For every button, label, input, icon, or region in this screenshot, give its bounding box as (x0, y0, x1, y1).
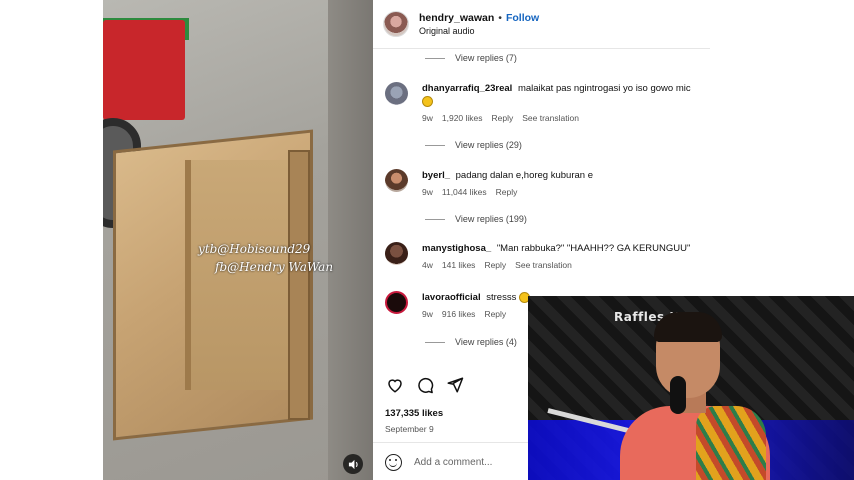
comment-time: 9w (422, 187, 433, 197)
comment-item: byerl_ padang dalan e,horeg kuburan e 9w… (385, 169, 712, 197)
comment-username[interactable]: byerl_ (422, 170, 450, 181)
microphone-icon (670, 376, 686, 414)
comment-likes[interactable]: 1,920 likes (442, 113, 483, 123)
streamer-hair (654, 312, 722, 342)
see-translation-button[interactable]: See translation (515, 260, 572, 270)
view-replies-label: View replies (4) (455, 337, 517, 347)
avatar[interactable] (385, 169, 408, 192)
divider (425, 57, 445, 59)
comment-text: manystighosa_ "Man rabbuka?" "HAAHH?? GA… (422, 242, 712, 255)
comment-item: dhanyarrafiq_23real malaikat pas ngintro… (385, 82, 712, 123)
comment-time: 4w (422, 260, 433, 270)
separator-dot: • (498, 12, 502, 24)
add-comment-input[interactable]: Add a comment... (414, 457, 492, 468)
reply-button[interactable]: Reply (484, 260, 506, 270)
comment-content: stresss (486, 292, 517, 303)
video-red-machine (103, 20, 185, 120)
comment-meta: 4w 141 likes Reply See translation (422, 260, 712, 270)
video-wall (328, 0, 373, 480)
comment-body: byerl_ padang dalan e,horeg kuburan e 9w… (422, 169, 712, 197)
post-header-text: hendry_wawan • Follow Original audio (419, 11, 539, 36)
avatar[interactable] (385, 291, 408, 314)
comment-likes[interactable]: 916 likes (442, 309, 476, 319)
comment-username[interactable]: manystighosa_ (422, 243, 491, 254)
reply-button[interactable]: Reply (496, 187, 518, 197)
comment-username[interactable]: dhanyarrafiq_23real (422, 83, 512, 94)
see-translation-button[interactable]: See translation (522, 113, 579, 123)
comment-content: malaikat pas ngintrogasi yo iso gowo mic (517, 83, 691, 94)
comment-text: byerl_ padang dalan e,horeg kuburan e (422, 169, 712, 182)
comment-body: manystighosa_ "Man rabbuka?" "HAAHH?? GA… (422, 242, 712, 270)
comment-text: dhanyarrafiq_23real malaikat pas ngintro… (422, 82, 712, 108)
video-watermark-facebook: fb@Hendry WaWan (215, 260, 334, 274)
post-header-line: hendry_wawan • Follow (419, 11, 539, 25)
original-audio-link[interactable]: Original audio (419, 26, 539, 36)
webcam-overlay: Raffles Ho (528, 296, 854, 480)
reply-button[interactable]: Reply (484, 309, 506, 319)
avatar[interactable] (385, 242, 408, 265)
video-box-side (185, 160, 295, 390)
post-header: hendry_wawan • Follow Original audio (383, 11, 539, 37)
avatar[interactable] (385, 82, 408, 105)
comment-body: dhanyarrafiq_23real malaikat pas ngintro… (422, 82, 712, 123)
comment-username[interactable]: lavoraofficial (422, 292, 481, 303)
share-icon[interactable] (445, 376, 465, 396)
comment-likes[interactable]: 11,044 likes (442, 187, 487, 197)
view-replies-button[interactable]: View replies (29) (425, 140, 522, 150)
comment-meta: 9w 1,920 likes Reply See translation (422, 113, 712, 123)
post-date: September 9 (385, 424, 434, 434)
heart-icon[interactable] (385, 376, 405, 396)
post-author-username[interactable]: hendry_wawan (419, 12, 494, 24)
grinning-emoji-icon (422, 95, 433, 107)
view-replies-label: View replies (7) (455, 53, 517, 63)
comment-icon[interactable] (415, 376, 435, 396)
divider (425, 144, 445, 146)
streamer-scarf (696, 406, 766, 480)
divider (425, 341, 445, 343)
emoji-picker-icon[interactable] (385, 454, 402, 471)
view-replies-button[interactable]: View replies (199) (425, 214, 527, 224)
divider (373, 48, 710, 49)
comment-content: padang dalan e,horeg kuburan e (455, 170, 593, 181)
comment-meta: 9w 11,044 likes Reply (422, 187, 712, 197)
view-replies-button[interactable]: View replies (7) (425, 53, 517, 63)
view-replies-label: View replies (199) (455, 214, 527, 224)
video-plank (288, 150, 310, 420)
add-comment-bar: Add a comment... (385, 454, 492, 471)
comment-content: "Man rabbuka?" "HAAHH?? GA KERUNGUU" (496, 243, 691, 254)
video-player[interactable]: ytb@Hobisound29 fb@Hendry WaWan (103, 0, 373, 480)
avatar[interactable] (383, 11, 409, 37)
comment-item: manystighosa_ "Man rabbuka?" "HAAHH?? GA… (385, 242, 712, 270)
comment-likes[interactable]: 141 likes (442, 260, 476, 270)
divider (425, 218, 445, 220)
follow-button[interactable]: Follow (506, 12, 539, 24)
reply-button[interactable]: Reply (492, 113, 514, 123)
video-watermark-youtube: ytb@Hobisound29 (198, 242, 311, 256)
comment-time: 9w (422, 309, 433, 319)
comment-time: 9w (422, 113, 433, 123)
post-likes-count[interactable]: 137,335 likes (385, 408, 443, 419)
view-replies-button[interactable]: View replies (4) (425, 337, 517, 347)
speaker-icon[interactable] (343, 454, 363, 474)
post-actions (385, 376, 465, 396)
view-replies-label: View replies (29) (455, 140, 522, 150)
